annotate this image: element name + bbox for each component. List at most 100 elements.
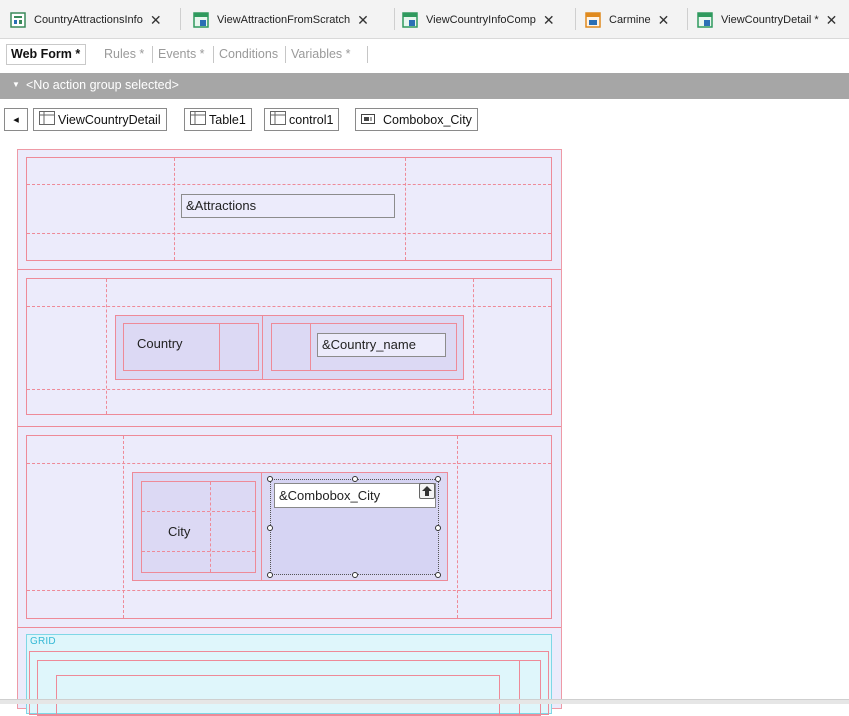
tab-divider xyxy=(394,8,395,30)
tab-divider xyxy=(152,46,153,63)
cell-divider xyxy=(457,436,458,618)
tab-divider xyxy=(575,8,576,30)
tab-divider xyxy=(213,46,214,63)
breadcrumb-back-button[interactable]: ◂ xyxy=(4,108,28,131)
combobox-city-field[interactable]: &Combobox_City xyxy=(274,483,436,508)
chevron-down-icon[interactable]: ▼ xyxy=(12,80,20,89)
row-divider xyxy=(18,426,561,427)
cell-divider xyxy=(473,279,474,414)
tab-view-country-info-comp[interactable]: ViewCountryInfoComp ✕ xyxy=(402,10,555,30)
tab-events[interactable]: Events * xyxy=(158,47,205,61)
editor-sub-tabs: Web Form * Rules * Events * Conditions V… xyxy=(0,39,849,69)
country-label: Country xyxy=(137,336,183,351)
tab-variables[interactable]: Variables * xyxy=(291,47,351,61)
resize-handle[interactable] xyxy=(267,476,273,482)
document-tabs: CountryAttractionsInfo ✕ ViewAttractionF… xyxy=(0,0,849,39)
tab-label: ViewCountryDetail * xyxy=(721,14,819,26)
resize-handle[interactable] xyxy=(352,572,358,578)
country-name-cell: &Country_name xyxy=(271,323,457,371)
breadcrumb: ◂ ViewCountryDetail Table1 control1 Comb… xyxy=(0,104,849,134)
status-strip xyxy=(0,699,849,704)
cell-divider xyxy=(27,233,551,234)
cell-divider xyxy=(261,473,262,580)
combobox-icon xyxy=(361,113,375,127)
breadcrumb-label: ViewCountryDetail xyxy=(58,112,161,127)
resize-handle[interactable] xyxy=(435,476,441,482)
tab-label: Carmine xyxy=(609,14,651,26)
grid-outer-table xyxy=(29,651,549,716)
theme-icon xyxy=(585,12,601,28)
grid-cell xyxy=(56,675,500,715)
combobox-city-control[interactable]: &Combobox_City xyxy=(267,476,441,578)
attractions-variable-field[interactable]: &Attractions xyxy=(181,194,395,218)
resize-handle[interactable] xyxy=(435,572,441,578)
cell-divider xyxy=(123,436,124,618)
webcomponent-icon xyxy=(697,12,713,28)
row-divider xyxy=(18,627,561,628)
tab-carmine[interactable]: Carmine ✕ xyxy=(585,10,669,30)
tab-label: CountryAttractionsInfo xyxy=(34,14,143,26)
country-label-cell: Country xyxy=(123,323,259,371)
country-name-variable-field[interactable]: &Country_name xyxy=(317,333,446,357)
chevron-left-icon: ◂ xyxy=(13,114,19,126)
move-up-icon[interactable] xyxy=(419,483,435,499)
tab-divider xyxy=(367,46,368,63)
cell-divider xyxy=(142,551,255,552)
tab-web-form[interactable]: Web Form * xyxy=(6,44,87,65)
resize-handle[interactable] xyxy=(435,525,441,531)
breadcrumb-item-table1[interactable]: Table1 xyxy=(184,108,252,131)
tab-label: ViewAttractionFromScratch xyxy=(217,14,351,26)
breadcrumb-item-combobox-city[interactable]: Combobox_City xyxy=(355,108,478,131)
form-table-main[interactable]: &Attractions Country &Country_name City … xyxy=(17,149,562,716)
table-icon xyxy=(39,111,55,128)
table-city[interactable]: City &Combobox_City xyxy=(26,435,552,619)
close-icon[interactable]: ✕ xyxy=(826,13,838,27)
webpanel-icon xyxy=(10,12,26,28)
tab-label: ViewCountryInfoComp xyxy=(426,14,536,26)
grid-inner-table xyxy=(37,660,541,716)
cell-divider xyxy=(174,158,175,260)
cell-divider xyxy=(210,482,211,572)
tab-view-country-detail[interactable]: ViewCountryDetail * ✕ xyxy=(697,10,837,30)
resize-handle[interactable] xyxy=(267,525,273,531)
cell-divider xyxy=(262,316,263,379)
action-group-label: <No action group selected> xyxy=(26,78,179,92)
cell-divider xyxy=(519,661,520,715)
breadcrumb-item-control1[interactable]: control1 xyxy=(264,108,340,131)
cell-divider xyxy=(405,158,406,260)
country-inner-table[interactable]: Country &Country_name xyxy=(115,315,464,380)
tab-rules[interactable]: Rules * xyxy=(104,47,144,61)
close-icon[interactable]: ✕ xyxy=(150,13,162,27)
tab-divider xyxy=(180,8,181,30)
cell-divider xyxy=(142,511,255,512)
tab-divider xyxy=(687,8,688,30)
tab-divider xyxy=(285,46,286,63)
cell-divider xyxy=(219,324,220,370)
row-divider xyxy=(18,269,561,270)
city-inner-table[interactable]: City &Combobox_City xyxy=(132,472,448,581)
action-group-bar[interactable]: ▼ <No action group selected> xyxy=(0,73,849,99)
resize-handle[interactable] xyxy=(352,476,358,482)
breadcrumb-label: Table1 xyxy=(209,112,246,127)
cell-divider xyxy=(310,324,311,370)
tab-country-attractions-info[interactable]: CountryAttractionsInfo ✕ xyxy=(10,10,162,30)
table-icon xyxy=(190,111,206,128)
table-attractions[interactable]: &Attractions xyxy=(26,157,552,261)
close-icon[interactable]: ✕ xyxy=(357,13,369,27)
tab-view-attraction-from-scratch[interactable]: ViewAttractionFromScratch ✕ xyxy=(193,10,369,30)
cell-divider xyxy=(27,590,551,591)
webcomponent-icon xyxy=(193,12,209,28)
table-country[interactable]: Country &Country_name xyxy=(26,278,552,415)
resize-handle[interactable] xyxy=(267,572,273,578)
city-label: City xyxy=(168,524,191,539)
webcomponent-icon xyxy=(402,12,418,28)
tab-conditions[interactable]: Conditions xyxy=(219,47,278,61)
close-icon[interactable]: ✕ xyxy=(658,13,670,27)
cell-divider xyxy=(106,279,107,414)
close-icon[interactable]: ✕ xyxy=(543,13,555,27)
cell-divider xyxy=(27,184,551,185)
grid-label: GRID xyxy=(30,636,56,647)
table-icon xyxy=(270,111,286,128)
breadcrumb-item-view-country-detail[interactable]: ViewCountryDetail xyxy=(33,108,167,131)
web-form-canvas: &Attractions Country &Country_name City … xyxy=(0,136,849,716)
